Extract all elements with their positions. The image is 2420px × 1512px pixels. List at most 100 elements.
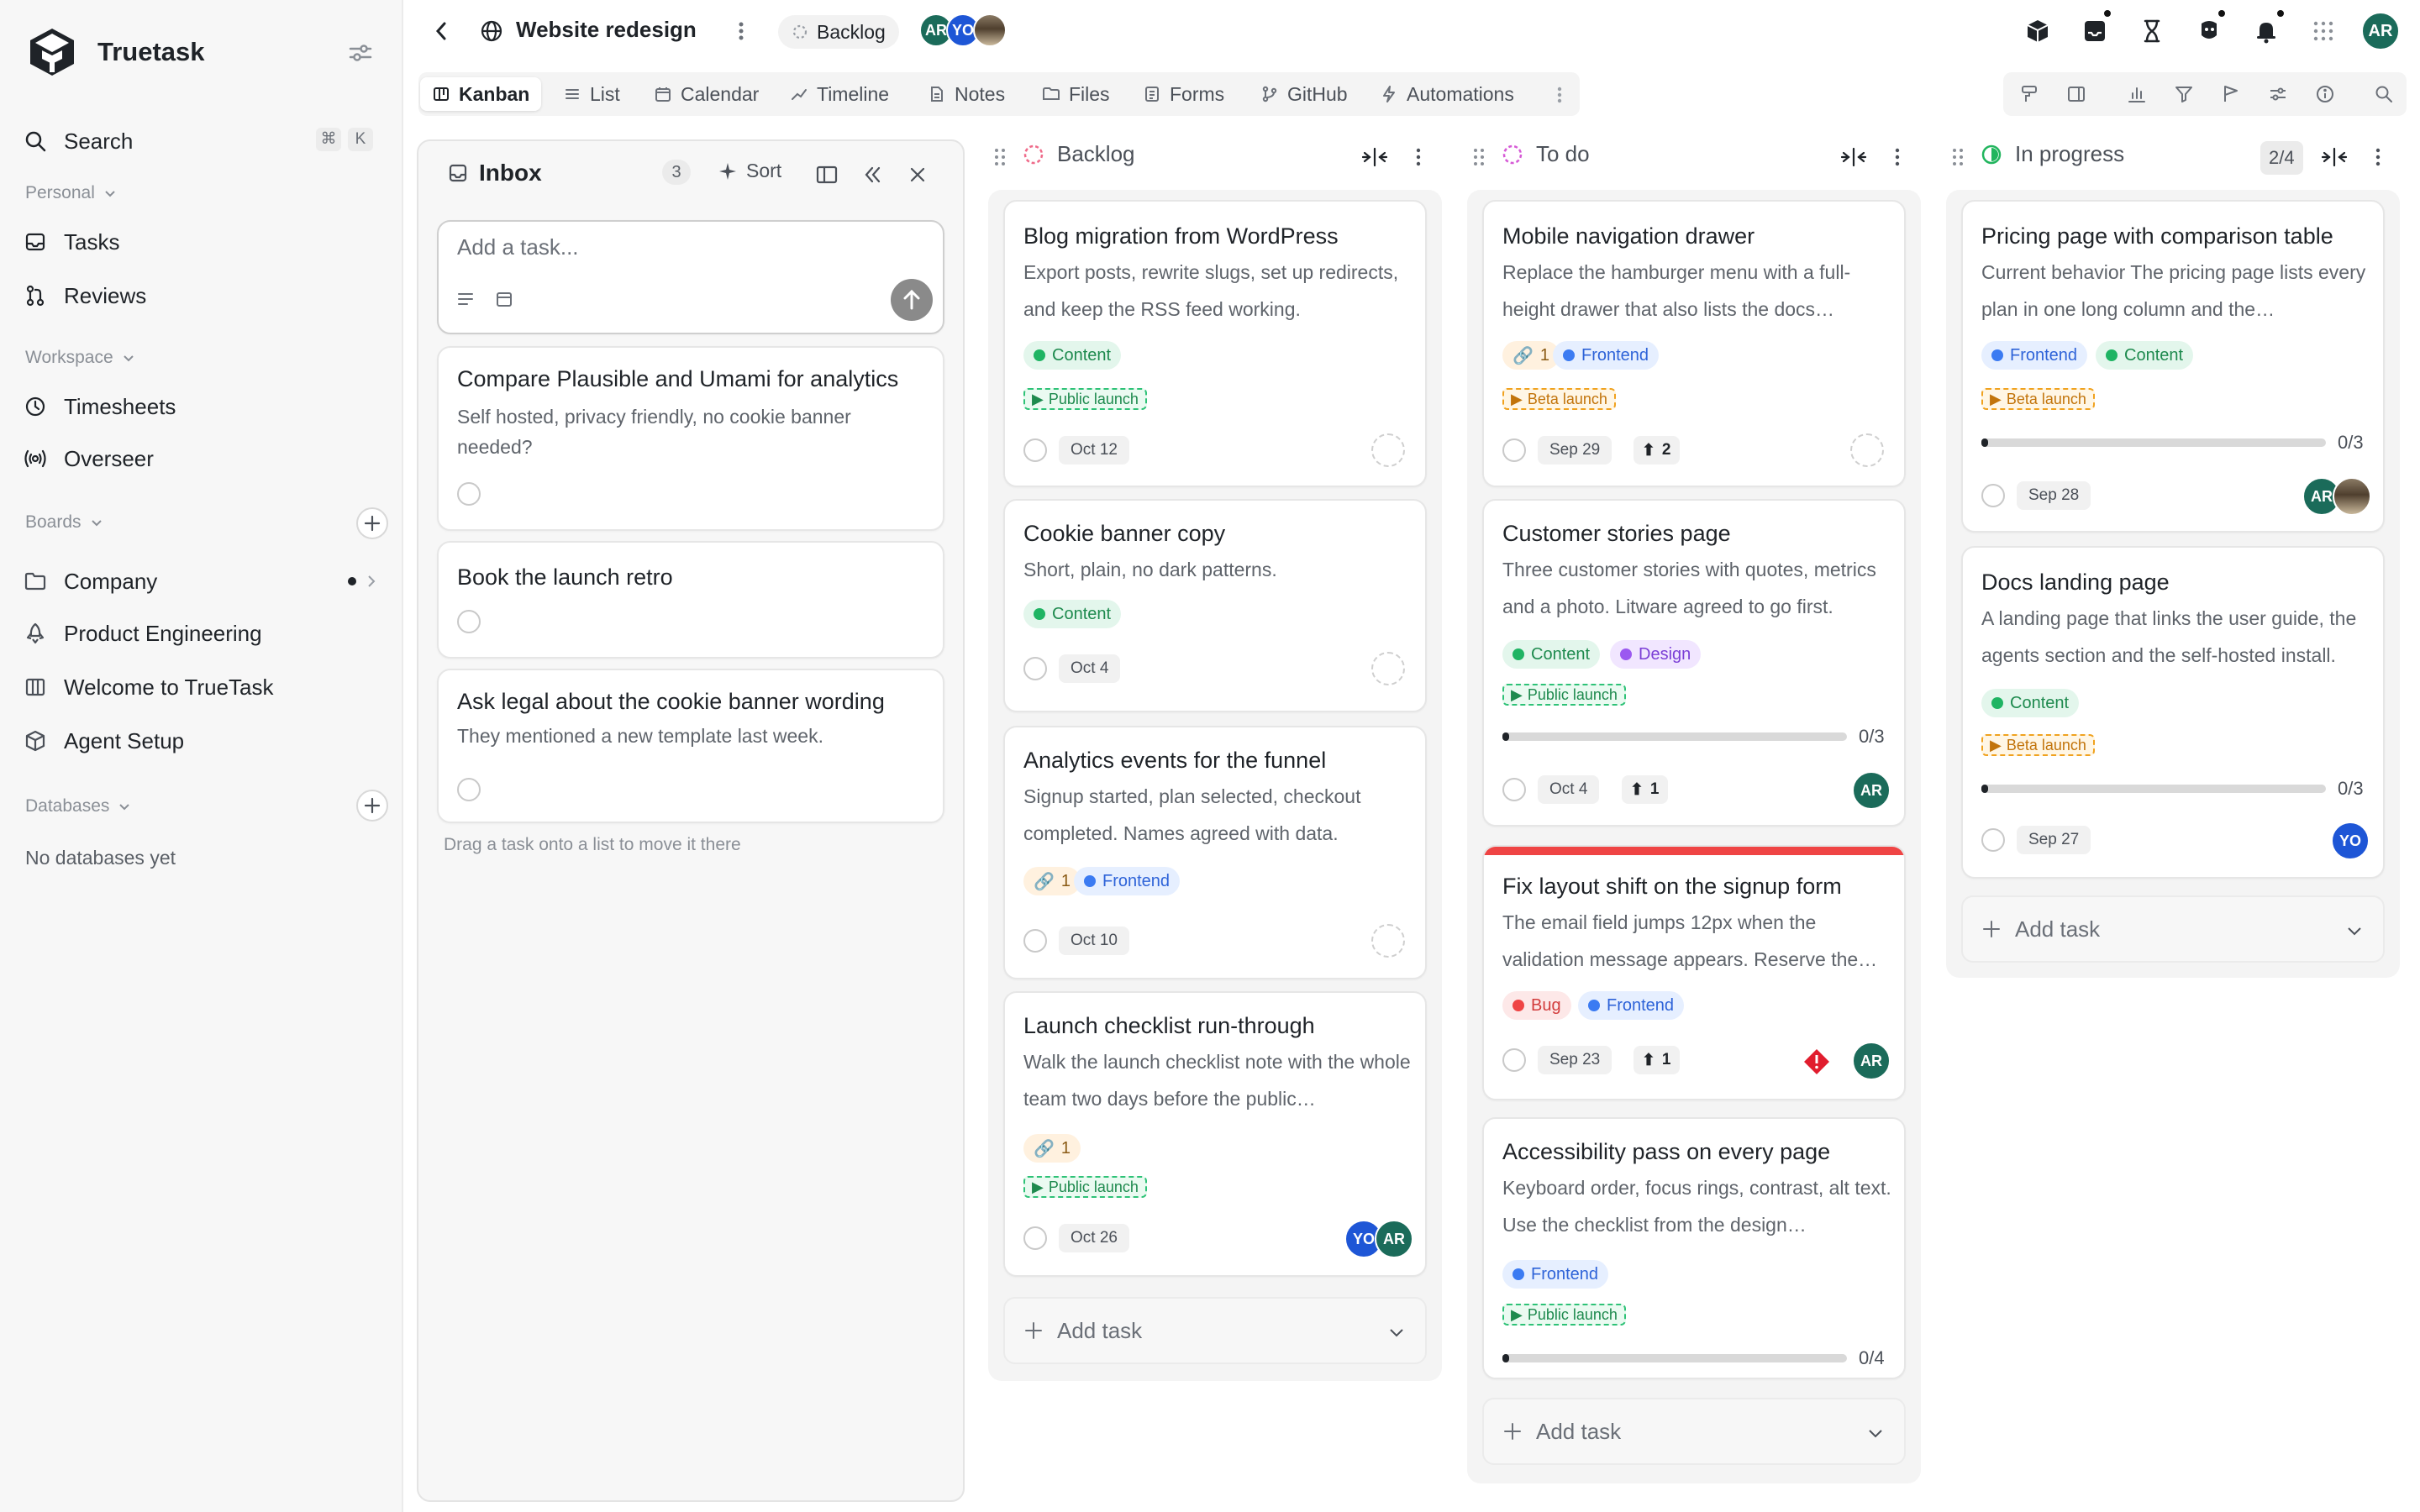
more-vertical-icon[interactable] <box>733 18 750 44</box>
brand[interactable]: Truetask <box>25 25 205 79</box>
more-vertical-icon[interactable] <box>2371 146 2385 168</box>
task-checkbox[interactable] <box>457 778 481 801</box>
sidebar-toggle-icon[interactable] <box>815 163 839 186</box>
due-date[interactable]: Oct 4 <box>1059 654 1121 683</box>
collapse-left-icon[interactable] <box>860 163 884 186</box>
info-icon[interactable] <box>2314 83 2336 105</box>
due-date[interactable]: Oct 4 <box>1538 775 1600 804</box>
hourglass-icon[interactable] <box>2138 17 2166 45</box>
priority-votes[interactable]: ⬆ 1 <box>1634 1046 1680 1074</box>
sort-button[interactable]: Sort <box>718 160 781 182</box>
add-task-button[interactable]: Add task <box>1003 1297 1427 1364</box>
add-assignee-button[interactable] <box>1371 924 1405 958</box>
close-icon[interactable] <box>906 163 929 186</box>
avatar[interactable]: YO <box>2331 822 2370 860</box>
tab-github[interactable]: GitHub <box>1260 77 1348 111</box>
column-header-in-progress[interactable]: In progress <box>1980 141 2124 167</box>
task-card[interactable]: Compare Plausible and Umami for analytic… <box>437 346 944 531</box>
bell-icon[interactable] <box>2252 17 2281 45</box>
tab-files[interactable]: Files <box>1042 77 1110 111</box>
task-card[interactable]: Analytics events for the funnel Signup s… <box>1003 726 1427 979</box>
task-card[interactable]: Launch checklist run-through Walk the la… <box>1003 991 1427 1277</box>
chevron-down-icon[interactable] <box>1865 1423 1886 1443</box>
task-card[interactable]: Blog migration from WordPress Export pos… <box>1003 200 1427 487</box>
filter-icon[interactable] <box>2173 83 2195 105</box>
due-date[interactable]: Sep 27 <box>2017 826 2091 854</box>
task-checkbox[interactable] <box>1023 438 1047 462</box>
sidebar-settings-icon[interactable] <box>346 39 375 67</box>
sliders-icon[interactable] <box>2267 83 2289 105</box>
tab-list[interactable]: List <box>563 77 620 111</box>
column-header-backlog[interactable]: Backlog <box>1022 141 1135 167</box>
panel-icon[interactable] <box>2065 83 2087 105</box>
box-icon[interactable] <box>2023 17 2052 45</box>
tab-calendar[interactable]: Calendar <box>654 77 759 111</box>
boards-section-toggle[interactable]: Boards <box>25 512 103 533</box>
task-card[interactable]: Accessibility pass on every page Keyboar… <box>1482 1117 1906 1379</box>
column-header-todo[interactable]: To do <box>1501 141 1590 167</box>
task-card[interactable]: Docs landing page A landing page that li… <box>1961 546 2385 879</box>
tab-notes[interactable]: Notes <box>928 77 1005 111</box>
task-card[interactable]: Book the launch retro <box>437 541 944 659</box>
sidebar-item-company[interactable]: Company <box>24 564 157 598</box>
add-task-button[interactable]: Add task <box>1961 895 2385 963</box>
sidebar-search[interactable]: Search <box>24 124 133 158</box>
search-icon[interactable] <box>2373 83 2395 105</box>
sidebar-item-agent-setup[interactable]: Agent Setup <box>24 724 184 758</box>
task-checkbox[interactable] <box>1502 778 1526 801</box>
back-chevron-icon[interactable] <box>432 18 450 44</box>
calendar-icon[interactable] <box>494 289 514 309</box>
task-card[interactable]: Cookie banner copy Short, plain, no dark… <box>1003 499 1427 712</box>
add-assignee-button[interactable] <box>1371 433 1405 467</box>
user-avatar[interactable]: AR <box>2361 12 2400 50</box>
tab-forms[interactable]: Forms <box>1143 77 1224 111</box>
submit-task-button[interactable] <box>891 279 933 321</box>
drag-handle-icon[interactable] <box>993 146 1007 168</box>
more-vertical-icon[interactable] <box>1551 84 1568 106</box>
due-date[interactable]: Oct 26 <box>1059 1224 1129 1252</box>
chevron-down-icon[interactable] <box>1386 1322 1407 1342</box>
add-board-button[interactable] <box>356 507 388 539</box>
due-date[interactable]: Oct 10 <box>1059 927 1129 955</box>
description-icon[interactable] <box>455 289 476 309</box>
priority-votes[interactable]: ⬆ 1 <box>1622 775 1668 804</box>
add-assignee-button[interactable] <box>1850 433 1884 467</box>
task-checkbox[interactable] <box>1023 929 1047 953</box>
task-card[interactable]: Ask legal about the cookie banner wordin… <box>437 669 944 823</box>
more-vertical-icon[interactable] <box>1412 146 1425 168</box>
sidebar-item-reviews[interactable]: Reviews <box>24 279 146 312</box>
personal-section-toggle[interactable]: Personal <box>25 183 117 203</box>
add-assignee-button[interactable] <box>1371 652 1405 685</box>
drag-handle-icon[interactable] <box>1472 146 1486 168</box>
task-card[interactable]: Mobile navigation drawer Replace the ham… <box>1482 200 1906 487</box>
task-checkbox[interactable] <box>1023 1226 1047 1250</box>
task-checkbox[interactable] <box>457 610 481 633</box>
tab-automations[interactable]: Automations <box>1380 77 1514 111</box>
collapse-column-icon[interactable] <box>1840 146 1867 168</box>
apps-grid-icon[interactable] <box>2309 17 2338 45</box>
databases-section-toggle[interactable]: Databases <box>25 796 131 816</box>
avatar[interactable]: AR <box>1852 1042 1891 1080</box>
bar-chart-icon[interactable] <box>2126 83 2148 105</box>
add-task-input[interactable]: Add a task... <box>457 228 579 265</box>
paint-roller-icon[interactable] <box>2018 83 2040 105</box>
more-vertical-icon[interactable] <box>1891 146 1904 168</box>
add-task-button[interactable]: Add task <box>1482 1398 1906 1465</box>
flag-icon[interactable] <box>2220 83 2242 105</box>
wip-limit-badge[interactable]: 2/4 <box>2260 141 2303 175</box>
bot-icon[interactable] <box>2195 17 2223 45</box>
due-date[interactable]: Sep 28 <box>2017 481 2091 510</box>
sidebar-item-tasks[interactable]: Tasks <box>24 225 119 259</box>
due-date[interactable]: Sep 29 <box>1538 436 1612 465</box>
sidebar-item-product-engineering[interactable]: Product Engineering <box>24 617 262 650</box>
status-pill[interactable]: Backlog <box>778 15 899 49</box>
avatar[interactable]: AR <box>1852 771 1891 810</box>
task-checkbox[interactable] <box>457 482 481 506</box>
task-card[interactable]: Fix layout shift on the signup form The … <box>1482 845 1906 1100</box>
collapse-column-icon[interactable] <box>2321 146 2348 168</box>
add-database-button[interactable] <box>356 790 388 822</box>
avatar-photo[interactable] <box>973 13 1007 47</box>
priority-votes[interactable]: ⬆ 2 <box>1634 436 1680 465</box>
task-card[interactable]: Customer stories page Three customer sto… <box>1482 499 1906 827</box>
task-checkbox[interactable] <box>1502 438 1526 462</box>
